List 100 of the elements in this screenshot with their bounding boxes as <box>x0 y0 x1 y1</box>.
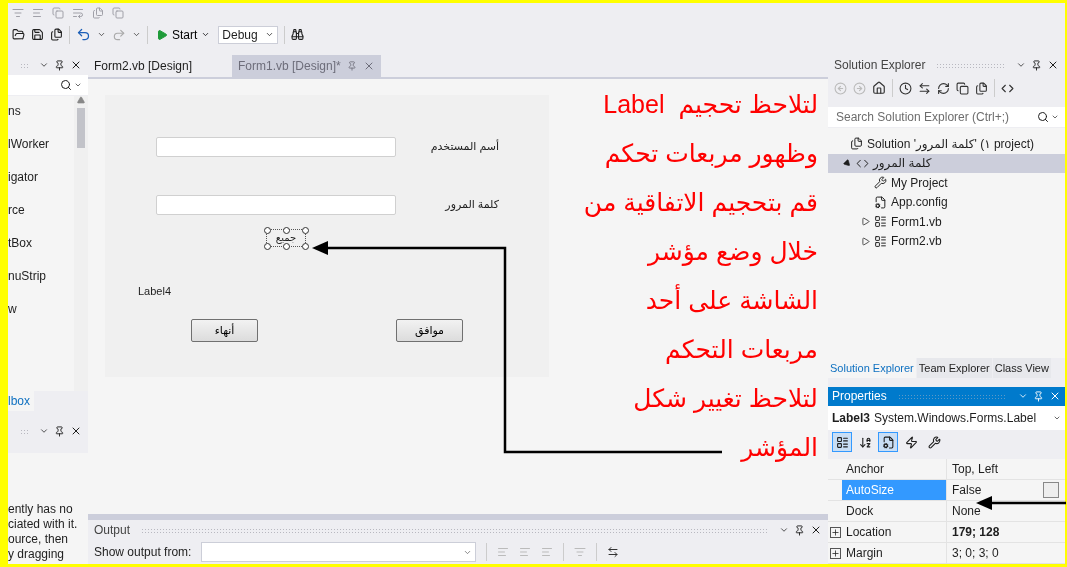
pin-icon[interactable] <box>54 425 65 437</box>
panel-title: Output <box>94 523 131 537</box>
properties-icon[interactable] <box>878 432 898 453</box>
form-label: Label4 <box>138 285 172 297</box>
close-icon[interactable] <box>70 425 82 437</box>
dropdown-button[interactable] <box>1043 482 1059 498</box>
panel-tab[interactable]: Class View <box>992 358 1051 378</box>
tree-item[interactable]: كلمة المرور <box>828 153 1065 173</box>
pin-icon[interactable] <box>1033 390 1044 402</box>
field-label: كلمة المرور <box>445 198 499 211</box>
save-icon[interactable] <box>31 28 44 41</box>
tree-item[interactable]: Form1.vb <box>828 212 1065 232</box>
dropdown-caret-icon <box>39 60 49 70</box>
toolbox-item[interactable]: nuStrip <box>8 269 74 283</box>
search-field[interactable]: Search Solution Explorer (Ctrl+;) <box>828 107 1065 127</box>
collapse-arrow-icon[interactable] <box>842 158 852 169</box>
toolbox-item[interactable]: rce <box>8 203 74 217</box>
pin-icon[interactable] <box>794 524 805 536</box>
config-file-icon <box>874 195 887 209</box>
property-row[interactable]: AutoSize False <box>828 480 1065 501</box>
start-button[interactable]: Start <box>154 27 213 42</box>
scroll-up-arrow-icon <box>77 96 85 104</box>
wrench-icon <box>874 176 887 190</box>
annotation-text: المؤشر <box>741 432 818 464</box>
tree-item[interactable]: My Project <box>828 173 1065 193</box>
form-icon <box>874 234 887 248</box>
expand-icon[interactable] <box>829 547 841 559</box>
output-source-label: Show output from: <box>94 545 192 559</box>
form-button[interactable]: أنهاء <box>191 319 258 342</box>
close-icon[interactable] <box>1047 59 1059 71</box>
scrollbar-thumb[interactable] <box>77 108 85 148</box>
text-field[interactable] <box>156 137 396 157</box>
search-icon <box>60 79 72 91</box>
resize-handle[interactable] <box>283 243 290 250</box>
dropdown-caret-icon <box>779 525 789 535</box>
annotation-text: الشاشة على أحد <box>645 283 818 316</box>
home-icon[interactable] <box>872 81 886 95</box>
resize-handle[interactable] <box>302 227 309 234</box>
pin-icon[interactable] <box>54 59 65 71</box>
property-row[interactable]: Location 179; 128 <box>828 522 1065 543</box>
object-selector[interactable]: Label3 System.Windows.Forms.Label <box>828 406 1065 430</box>
pin-icon[interactable] <box>1031 59 1042 71</box>
document-tab[interactable]: Form2.vb [Design] <box>88 55 232 77</box>
dropdown-caret-icon <box>1051 113 1059 121</box>
annotation-text: وظهور مربعات تحكم <box>604 138 818 171</box>
panel-tab[interactable]: Team Explorer <box>916 358 992 378</box>
tree-item[interactable]: Form2.vb <box>828 231 1065 251</box>
toolbox-item[interactable]: tBox <box>8 236 74 250</box>
panel-title: Solution Explorer <box>834 58 926 72</box>
undo-icon[interactable] <box>76 27 91 42</box>
form-button[interactable]: موافق <box>396 319 463 342</box>
tree-item[interactable]: App.config <box>828 192 1065 212</box>
dropdown-caret-icon <box>201 30 211 39</box>
info-text: y dragging <box>8 547 66 562</box>
binoculars-icon[interactable] <box>291 28 305 41</box>
properties-header: Properties <box>828 386 1065 407</box>
refresh-icon[interactable] <box>937 81 950 95</box>
annotation-text: مربعات التحكم <box>665 334 818 366</box>
selected-label[interactable]: جميع <box>266 229 306 247</box>
configuration-dropdown[interactable]: Debug <box>218 25 279 44</box>
info-text: ciated with it. <box>8 517 79 532</box>
annotation-text: قم بتحجيم الاتفاقية من <box>583 187 818 219</box>
resize-handle[interactable] <box>283 227 290 234</box>
close-icon[interactable] <box>810 524 822 536</box>
toolbox-item[interactable]: w <box>8 302 74 316</box>
word-wrap-icon[interactable] <box>607 546 620 558</box>
tree-item[interactable]: Solution 'كلمة المرور' (١ project) <box>828 134 1065 154</box>
info-text: ource, then <box>8 532 70 547</box>
categorized-icon[interactable] <box>832 432 852 453</box>
info-text: ently has no <box>8 502 74 517</box>
search-icon <box>1037 111 1049 123</box>
dropdown-caret-icon <box>74 81 82 89</box>
open-folder-icon[interactable] <box>12 28 25 41</box>
toolbox-item[interactable]: lWorker <box>8 137 74 151</box>
annotation-text: لتلاحظ تحجيم Label <box>603 89 818 121</box>
dropdown-caret-icon <box>39 426 49 436</box>
toolbox-item[interactable]: igator <box>8 170 74 184</box>
resize-handle[interactable] <box>302 243 309 250</box>
resize-handle[interactable] <box>264 243 271 250</box>
form-icon <box>874 215 887 229</box>
annotation-text: لتلاحظ تغيير شكل <box>633 383 818 415</box>
toolbox-tab[interactable]: lbox <box>8 391 34 411</box>
dropdown-caret-icon <box>265 30 275 39</box>
dropdown-caret-icon <box>97 30 106 39</box>
history-icon[interactable] <box>899 81 912 95</box>
dropdown-caret-icon <box>1016 60 1026 70</box>
panel-tab[interactable]: Solution Explorer <box>828 358 916 378</box>
toolbox-search-field[interactable] <box>8 75 88 95</box>
play-icon <box>156 28 168 41</box>
dropdown-caret-icon <box>132 30 141 39</box>
expand-icon[interactable] <box>829 526 841 538</box>
toolbox-item[interactable]: ns <box>8 104 74 118</box>
property-row[interactable]: Margin 3; 0; 3; 0 <box>828 543 1065 564</box>
scrollbar[interactable] <box>74 96 88 391</box>
close-icon[interactable] <box>70 59 82 71</box>
text-field[interactable] <box>156 195 396 215</box>
sync-icon[interactable] <box>918 81 931 95</box>
field-label: أسم المستخدم <box>430 140 499 153</box>
resize-handle[interactable] <box>264 227 271 234</box>
annotation-text: خلال وضع مؤشر <box>647 236 818 269</box>
